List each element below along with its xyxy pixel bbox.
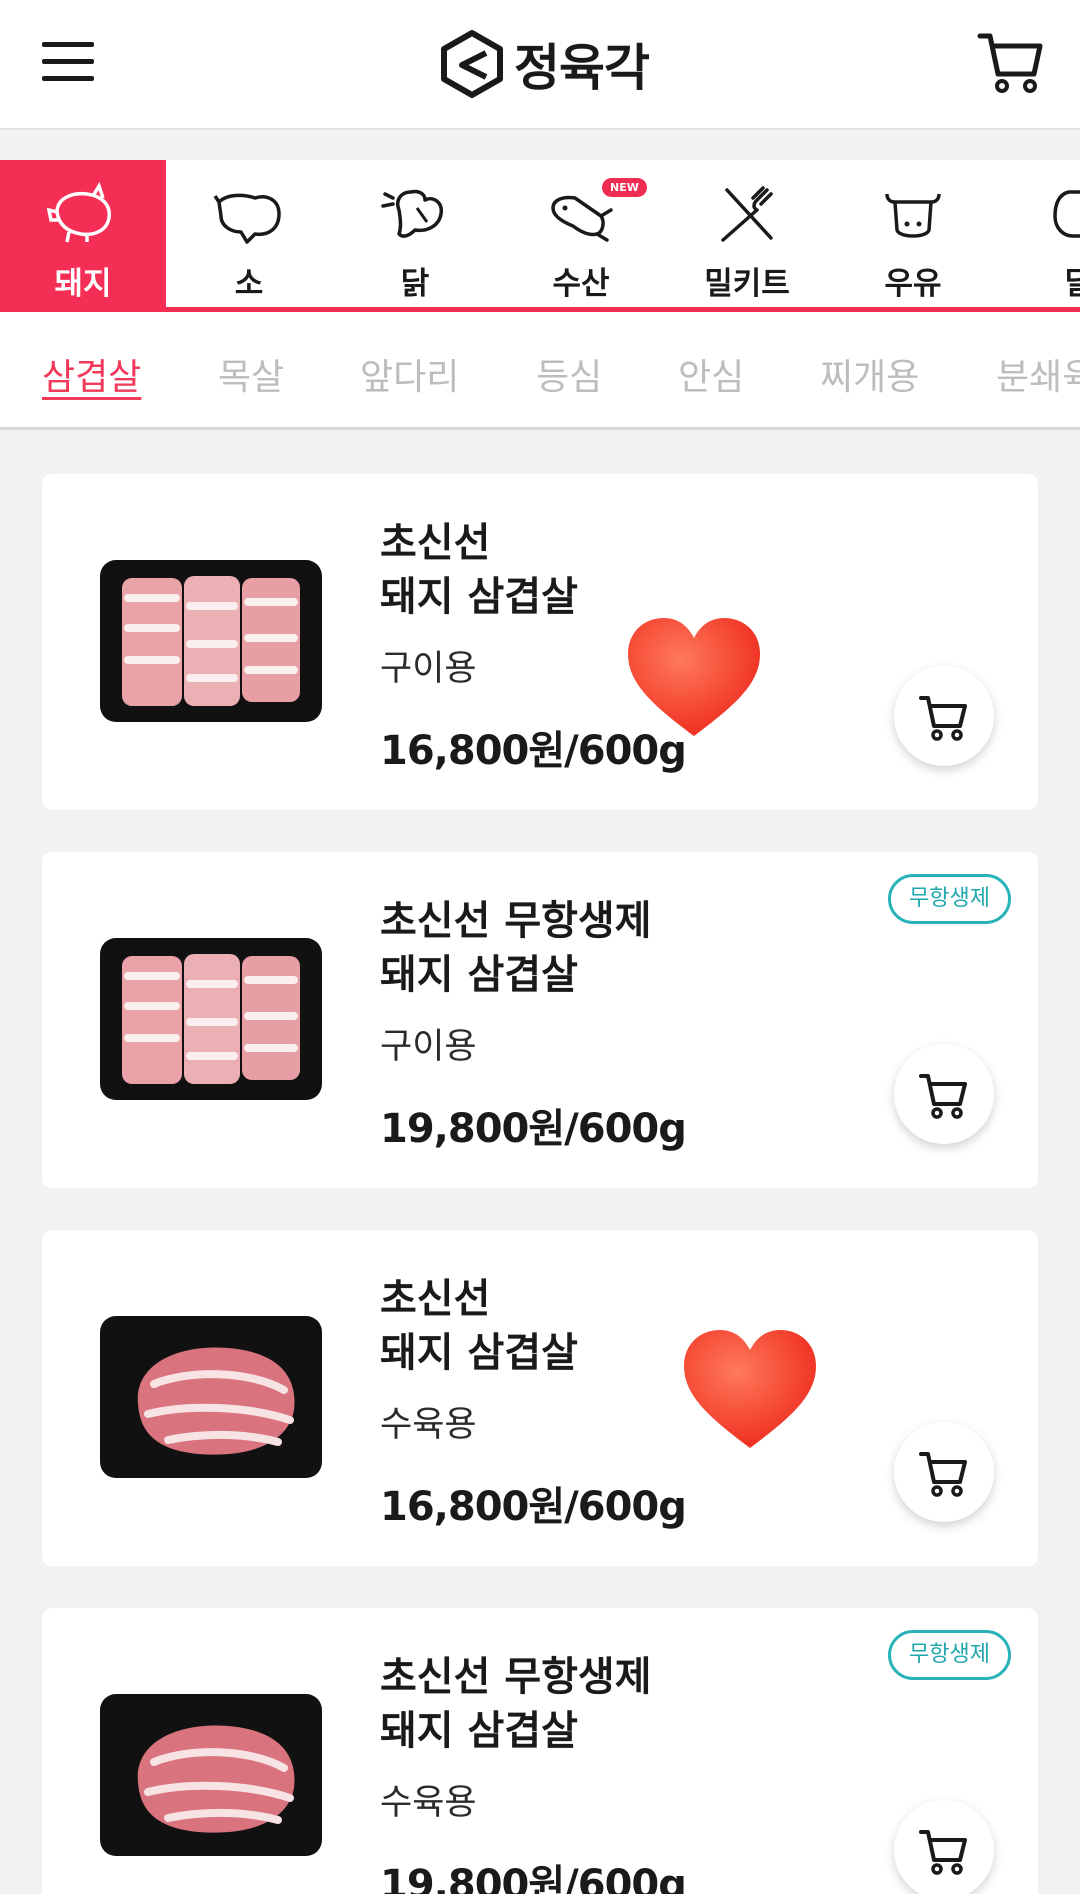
- add-to-cart-button[interactable]: [894, 666, 994, 766]
- antibiotic-free-badge: 무항생제: [888, 1630, 1011, 1680]
- subtab-jjigae[interactable]: 찌개용: [820, 348, 919, 400]
- category-pork[interactable]: 돼지: [0, 160, 166, 312]
- cart-icon: [919, 1074, 967, 1119]
- subtab-moksal[interactable]: 목살: [218, 348, 284, 400]
- add-to-cart-button[interactable]: [894, 1800, 994, 1894]
- pig-icon: [47, 182, 111, 243]
- category-chicken[interactable]: 닭: [332, 160, 498, 312]
- product-name: 초신선 무항생제 돼지 삼겹살: [380, 1654, 652, 1754]
- category-label: 닭: [400, 266, 430, 302]
- product-use: 수육용: [380, 1405, 477, 1445]
- product-price: 19,800원/600g: [380, 1862, 687, 1894]
- product-price: 19,800원/600g: [380, 1106, 687, 1152]
- cart-icon[interactable]: [976, 26, 1046, 96]
- product-name: 초신선 돼지 삼겹살: [380, 1276, 578, 1376]
- cart-icon: [919, 696, 967, 741]
- product-card[interactable]: 무항생제 초신선 무항생제 돼지 삼겹살 수육용 19,800원/600g: [42, 1608, 1038, 1894]
- product-card[interactable]: 무항생제 초신선 무항생제 돼지 삼겹살 구이용 19,800원/600g: [42, 852, 1038, 1188]
- logo-hexagon-icon: [441, 30, 503, 98]
- product-image: [100, 560, 322, 722]
- cart-icon: [919, 1830, 967, 1875]
- category-beef[interactable]: 소: [166, 160, 332, 312]
- heart-icon[interactable]: [680, 1326, 820, 1456]
- new-badge: NEW: [602, 178, 647, 197]
- egg-icon: [1053, 190, 1080, 238]
- product-use: 구이용: [380, 649, 477, 689]
- category-label: 소: [234, 266, 264, 302]
- subtab-ground[interactable]: 분쇄육: [996, 348, 1080, 400]
- subcategory-tabs: 삼겹살 목살 앞다리 등심 안심 찌개용 분쇄육: [0, 312, 1080, 430]
- cow-icon: [213, 193, 281, 244]
- product-image: [100, 1316, 322, 1478]
- category-label: 밀키트: [704, 266, 790, 302]
- hamburger-menu-icon[interactable]: [40, 38, 96, 86]
- category-mealkit[interactable]: 밀키트: [664, 160, 830, 312]
- subtab-ansim[interactable]: 안심: [678, 348, 744, 400]
- category-label: 돼지: [54, 266, 112, 302]
- product-card[interactable]: 초신선 돼지 삼겹살 구이용 16,800원/600g: [42, 474, 1038, 810]
- category-bar: 돼지 소 닭 NEW 수산 밀키트 우유 달: [0, 160, 1080, 312]
- add-to-cart-button[interactable]: [894, 1422, 994, 1522]
- product-image: [100, 938, 322, 1100]
- product-card[interactable]: 초신선 돼지 삼겹살 수육용 16,800원/600g: [42, 1230, 1038, 1566]
- cart-icon: [919, 1452, 967, 1497]
- subtab-apdari[interactable]: 앞다리: [360, 348, 459, 400]
- product-image: [100, 1694, 322, 1856]
- app-root: 정육각 돼지 소 닭 NEW 수산 밀키트 우유 달 삼겹살 목살 앞다리 등심…: [0, 0, 1080, 1894]
- top-header: 정육각: [0, 0, 1080, 130]
- product-name: 초신선 무항생제 돼지 삼겹살: [380, 898, 652, 998]
- logo-text: 정육각: [514, 39, 650, 97]
- milk-cow-icon: [885, 193, 941, 238]
- heart-icon[interactable]: [624, 614, 764, 744]
- category-label: 수산: [552, 266, 610, 302]
- product-use: 수육용: [380, 1783, 477, 1823]
- chicken-icon: [381, 189, 443, 238]
- category-milk[interactable]: 우유: [830, 160, 996, 312]
- antibiotic-free-badge: 무항생제: [888, 874, 1011, 924]
- fork-knife-icon: [721, 186, 773, 242]
- product-use: 구이용: [380, 1027, 477, 1067]
- product-price: 16,800원/600g: [380, 1484, 687, 1530]
- category-egg[interactable]: 달: [996, 160, 1080, 312]
- category-seafood[interactable]: NEW 수산: [498, 160, 664, 312]
- category-label: 달: [1064, 266, 1080, 302]
- subtab-samgyeopsal[interactable]: 삼겹살: [42, 348, 141, 400]
- subtab-deungsim[interactable]: 등심: [536, 348, 602, 400]
- app-logo[interactable]: 정육각: [440, 22, 650, 106]
- add-to-cart-button[interactable]: [894, 1044, 994, 1144]
- category-label: 우유: [884, 266, 942, 302]
- product-name: 초신선 돼지 삼겹살: [380, 520, 578, 620]
